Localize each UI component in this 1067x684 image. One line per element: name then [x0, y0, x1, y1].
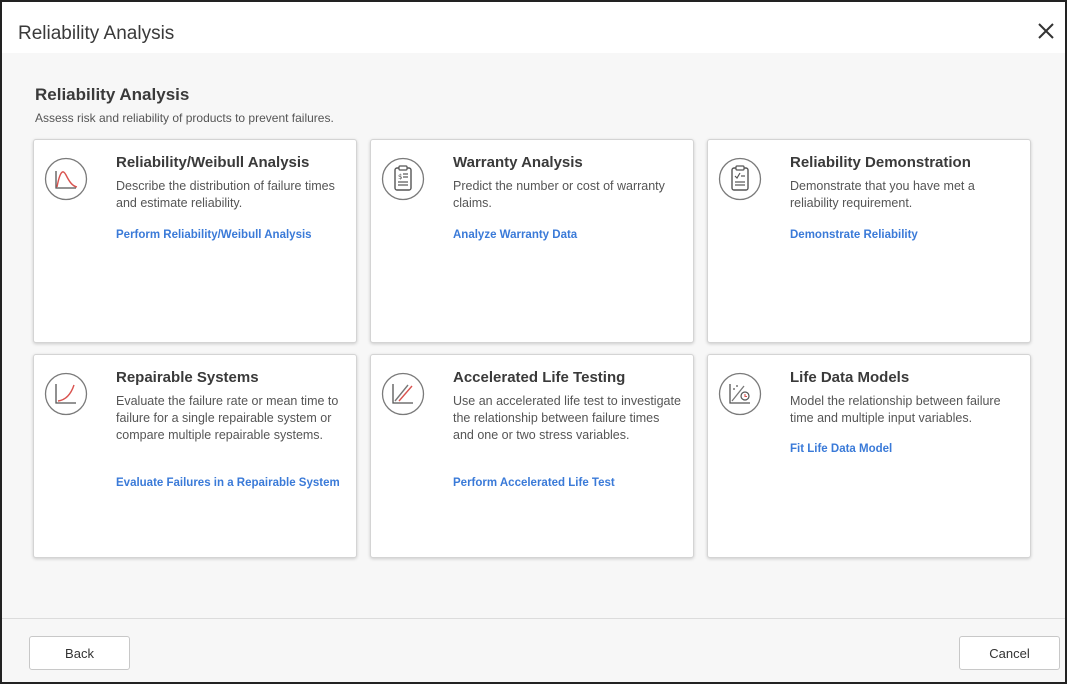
- page-subheading: Assess risk and reliability of products …: [35, 111, 334, 125]
- cancel-button[interactable]: Cancel: [959, 636, 1060, 670]
- checklist-clipboard-icon: [718, 157, 762, 201]
- card-life-data-models: Life Data Models Model the relationship …: [707, 354, 1031, 558]
- window-title: Reliability Analysis: [18, 23, 175, 44]
- back-button[interactable]: Back: [29, 636, 130, 670]
- fit-life-data-model-link[interactable]: Fit Life Data Model: [790, 443, 892, 455]
- card-description: Use an accelerated life test to investig…: [453, 394, 681, 442]
- card-description: Predict the number or cost of warranty c…: [453, 179, 665, 210]
- life-data-model-icon: [718, 372, 762, 416]
- reliability-analysis-dialog: Reliability Analysis Reliability Analysi…: [0, 0, 1067, 684]
- demonstrate-reliability-link[interactable]: Demonstrate Reliability: [790, 229, 918, 241]
- svg-text:$: $: [398, 173, 402, 181]
- distribution-curve-icon: [44, 157, 88, 201]
- card-reliability-demonstration: Reliability Demonstration Demonstrate th…: [707, 139, 1031, 343]
- card-accelerated-life-testing: Accelerated Life Testing Use an accelera…: [370, 354, 694, 558]
- perform-accelerated-life-test-link[interactable]: Perform Accelerated Life Test: [453, 477, 615, 489]
- card-description: Demonstrate that you have met a reliabil…: [790, 179, 975, 210]
- card-title: Reliability/Weibull Analysis: [116, 154, 310, 171]
- card-warranty-analysis: $ Warranty Analysis Predict the number o…: [370, 139, 694, 343]
- card-description: Describe the distribution of failure tim…: [116, 179, 335, 210]
- title-bar: Reliability Analysis: [2, 2, 1065, 53]
- card-repairable-systems: Repairable Systems Evaluate the failure …: [33, 354, 357, 558]
- card-title: Repairable Systems: [116, 369, 259, 386]
- perform-weibull-analysis-link[interactable]: Perform Reliability/Weibull Analysis: [116, 229, 312, 241]
- card-title: Life Data Models: [790, 369, 910, 386]
- warranty-clipboard-icon: $: [381, 157, 425, 201]
- growth-curve-icon: [44, 372, 88, 416]
- card-reliability-weibull: Reliability/Weibull Analysis Describe th…: [33, 139, 357, 343]
- close-icon: [1038, 23, 1054, 39]
- card-description: Model the relationship between failure t…: [790, 394, 1001, 425]
- close-button[interactable]: [1035, 20, 1057, 42]
- page-heading: Reliability Analysis: [35, 85, 190, 104]
- analyze-warranty-data-link[interactable]: Analyze Warranty Data: [453, 229, 577, 241]
- card-title: Warranty Analysis: [453, 154, 583, 171]
- card-title: Reliability Demonstration: [790, 154, 971, 171]
- card-title: Accelerated Life Testing: [453, 369, 626, 386]
- parallel-lines-icon: [381, 372, 425, 416]
- footer-divider: [2, 618, 1065, 619]
- evaluate-failures-link[interactable]: Evaluate Failures in a Repairable System: [116, 477, 340, 489]
- card-description: Evaluate the failure rate or mean time t…: [116, 394, 339, 442]
